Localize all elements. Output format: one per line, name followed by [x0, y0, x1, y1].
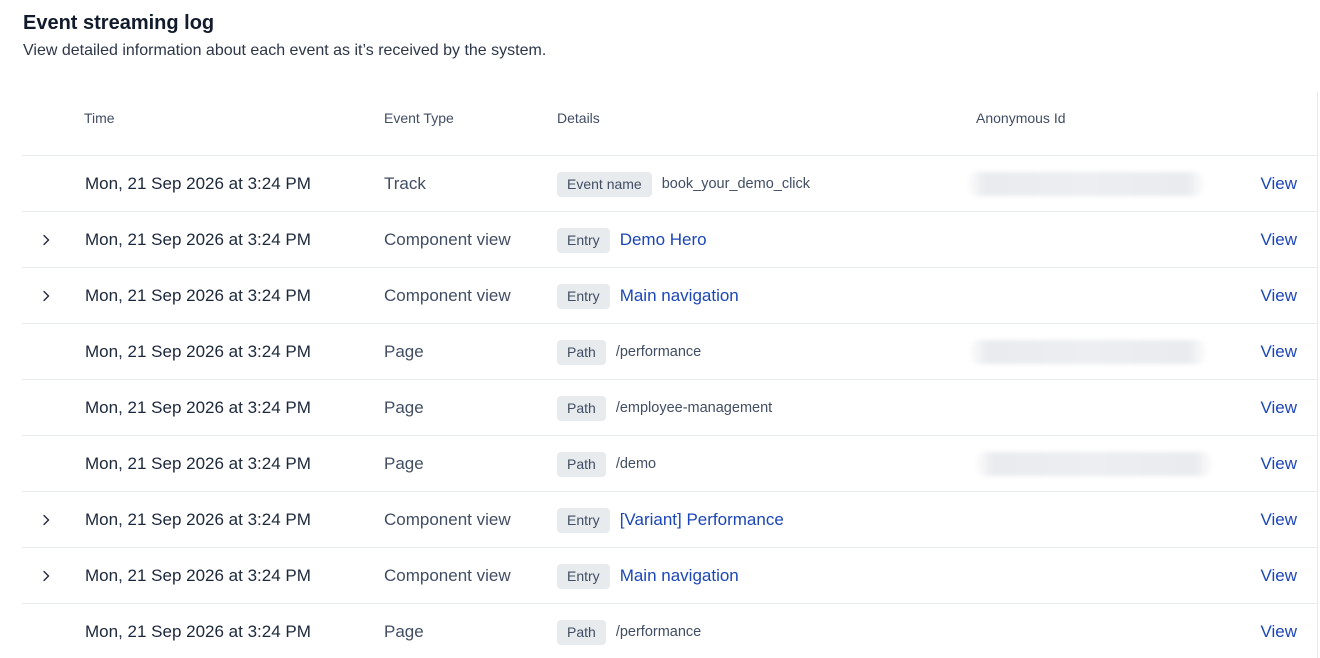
table-header: Time Event Type Details Anonymous Id: [22, 92, 1317, 156]
event-table: Time Event Type Details Anonymous Id Mon…: [22, 92, 1318, 658]
table-row[interactable]: Mon, 21 Sep 2026 at 3:24 PM Component vie…: [22, 212, 1317, 268]
page-title: Event streaming log: [23, 12, 215, 34]
event-type: Page: [384, 342, 424, 361]
entry-link[interactable]: Main navigation: [620, 566, 739, 586]
detail-tag: Entry: [557, 507, 610, 533]
table-row: Mon, 21 Sep 2026 at 3:24 PM Page Path/perf…: [22, 324, 1317, 380]
event-details: Entry [Variant] Performance: [557, 507, 784, 533]
detail-tag: Path: [557, 339, 606, 365]
view-link[interactable]: View: [1260, 230, 1297, 250]
chevron-right-icon[interactable]: [39, 289, 53, 303]
event-details: Path/demo: [557, 451, 656, 477]
event-time: Mon, 21 Sep 2026 at 3:24 PM: [85, 566, 311, 585]
chevron-right-icon[interactable]: [39, 233, 53, 247]
entry-link[interactable]: Main navigation: [620, 286, 739, 306]
event-details: Entry Main navigation: [557, 563, 739, 589]
page-subtitle: View detailed information about each eve…: [23, 42, 547, 59]
event-type: Page: [384, 398, 424, 417]
event-details: Path/employee-management: [557, 395, 772, 421]
event-type: Track: [384, 174, 426, 193]
detail-tag: Entry: [557, 283, 610, 309]
event-details: Path/performance: [557, 339, 701, 365]
anonymous-id-redacted: [974, 452, 1214, 476]
event-time: Mon, 21 Sep 2026 at 3:24 PM: [85, 622, 311, 641]
event-type: Page: [384, 454, 424, 473]
detail-value: /employee-management: [615, 400, 773, 416]
view-link[interactable]: View: [1260, 622, 1297, 642]
table-row: Mon, 21 Sep 2026 at 3:24 PM Page Path/perf…: [22, 604, 1317, 658]
view-link[interactable]: View: [1260, 566, 1297, 586]
view-link[interactable]: View: [1260, 454, 1297, 474]
view-link[interactable]: View: [1260, 342, 1297, 362]
table-row[interactable]: Mon, 21 Sep 2026 at 3:24 PM Component vie…: [22, 548, 1317, 604]
chevron-right-icon[interactable]: [39, 569, 53, 583]
detail-value: /demo: [615, 456, 657, 472]
entry-link[interactable]: [Variant] Performance: [620, 510, 784, 530]
event-type: Page: [384, 622, 424, 641]
event-time: Mon, 21 Sep 2026 at 3:24 PM: [85, 342, 311, 361]
view-link[interactable]: View: [1260, 174, 1297, 194]
event-type: Component view: [384, 230, 511, 249]
event-details: Entry Demo Hero: [557, 227, 707, 253]
column-header-event-type: Event Type: [384, 110, 454, 126]
detail-tag: Path: [557, 395, 606, 421]
event-time: Mon, 21 Sep 2026 at 3:24 PM: [85, 230, 311, 249]
anonymous-id-redacted: [968, 340, 1208, 364]
table-row: Mon, 21 Sep 2026 at 3:24 PM Track Event na…: [22, 156, 1317, 212]
column-header-details: Details: [557, 110, 600, 126]
event-type: Component view: [384, 286, 511, 305]
table-row[interactable]: Mon, 21 Sep 2026 at 3:24 PM Component vie…: [22, 268, 1317, 324]
event-details: Entry Main navigation: [557, 283, 739, 309]
event-details: Path/performance: [557, 619, 701, 645]
table-row[interactable]: Mon, 21 Sep 2026 at 3:24 PM Component vie…: [22, 492, 1317, 548]
event-details: Event name book_your_demo_click: [557, 171, 810, 197]
detail-tag: Path: [557, 451, 606, 477]
event-time: Mon, 21 Sep 2026 at 3:24 PM: [85, 174, 311, 193]
column-header-anonymous-id: Anonymous Id: [976, 110, 1066, 126]
event-time: Mon, 21 Sep 2026 at 3:24 PM: [85, 286, 311, 305]
event-streaming-log-page: Event streaming log View detailed inform…: [0, 0, 1320, 658]
event-time: Mon, 21 Sep 2026 at 3:24 PM: [85, 454, 311, 473]
anonymous-id-redacted: [966, 172, 1206, 196]
detail-tag: Entry: [557, 227, 610, 253]
view-link[interactable]: View: [1260, 398, 1297, 418]
event-type: Component view: [384, 566, 511, 585]
event-time: Mon, 21 Sep 2026 at 3:24 PM: [85, 398, 311, 417]
column-header-time: Time: [84, 110, 115, 126]
detail-tag: Event name: [557, 171, 652, 197]
event-time: Mon, 21 Sep 2026 at 3:24 PM: [85, 510, 311, 529]
detail-tag: Entry: [557, 563, 610, 589]
chevron-right-icon[interactable]: [39, 513, 53, 527]
table-row: Mon, 21 Sep 2026 at 3:24 PM Page Path/demo…: [22, 436, 1317, 492]
table-row: Mon, 21 Sep 2026 at 3:24 PM Page Path/empl…: [22, 380, 1317, 436]
view-link[interactable]: View: [1260, 510, 1297, 530]
entry-link[interactable]: Demo Hero: [620, 230, 707, 250]
detail-value: book_your_demo_click: [661, 176, 811, 192]
detail-value: /performance: [615, 344, 702, 360]
event-type: Component view: [384, 510, 511, 529]
view-link[interactable]: View: [1260, 286, 1297, 306]
detail-tag: Path: [557, 619, 606, 645]
detail-value: /performance: [615, 624, 702, 640]
